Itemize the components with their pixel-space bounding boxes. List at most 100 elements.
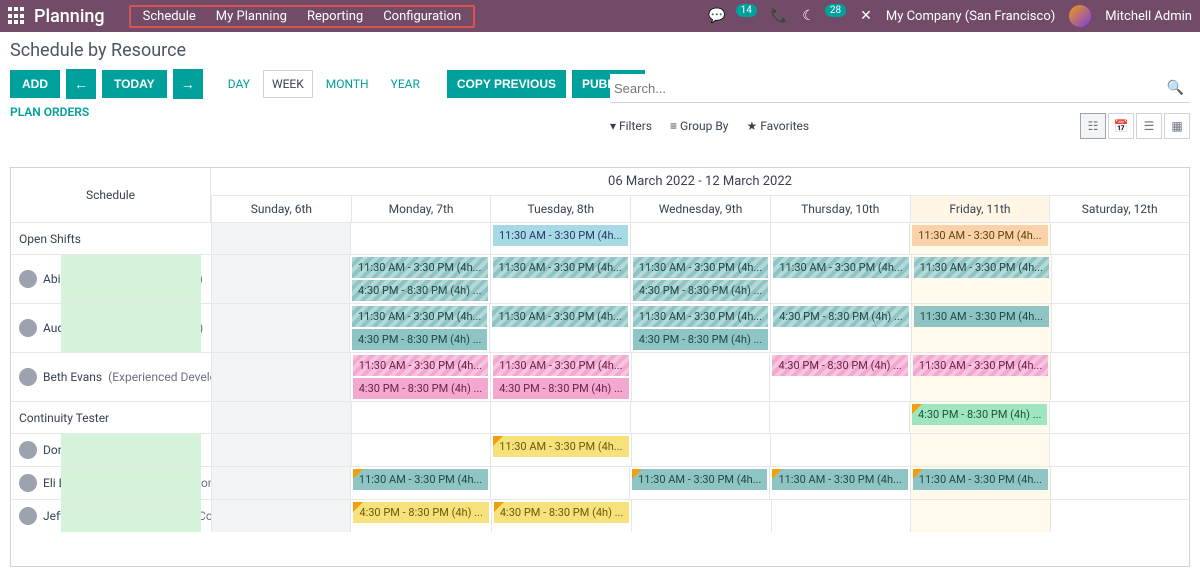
view-calendar-icon[interactable]: 📅: [1108, 113, 1134, 139]
day-cell[interactable]: [490, 402, 630, 433]
shift-pill[interactable]: 11:30 AM - 3:30 PM (4h...: [913, 469, 1048, 490]
shift-pill[interactable]: 11:30 AM - 3:30 PM (4h...: [914, 306, 1049, 327]
row-label[interactable]: Beth Evans (Experienced Develo...): [11, 353, 211, 401]
shift-pill[interactable]: 11:30 AM - 3:30 PM (4h...: [353, 469, 488, 490]
row-label[interactable]: Jeffrey Kelly (Marketing and Co...): [11, 500, 211, 532]
nav-configuration[interactable]: Configuration: [383, 9, 461, 24]
apps-icon[interactable]: [8, 7, 26, 25]
nav-schedule[interactable]: Schedule: [143, 9, 196, 24]
groupby-button[interactable]: ≡ Group By: [670, 119, 728, 133]
row-label[interactable]: Doris Cole (Consultant): [11, 434, 211, 466]
shift-pill[interactable]: 11:30 AM - 3:30 PM (4h...: [492, 306, 627, 327]
shift-pill[interactable]: 11:30 AM - 3:30 PM (4h...: [493, 355, 628, 376]
shift-pill[interactable]: 4:30 PM - 8:30 PM (4h) ...: [772, 355, 907, 376]
day-cell[interactable]: [630, 402, 770, 433]
view-list-icon[interactable]: ☰: [1136, 113, 1162, 139]
app-name[interactable]: Planning: [34, 6, 105, 27]
shift-pill[interactable]: 11:30 AM - 3:30 PM (4h...: [493, 225, 628, 246]
shift-pill[interactable]: 4:30 PM - 8:30 PM (4h) ...: [352, 280, 487, 301]
day-cell[interactable]: [211, 467, 350, 499]
day-cell[interactable]: 4:30 PM - 8:30 PM (4h) ...: [769, 353, 909, 401]
range-year[interactable]: YEAR: [382, 70, 429, 98]
row-label[interactable]: Open Shifts: [11, 223, 211, 254]
day-cell[interactable]: [631, 500, 770, 532]
day-cell[interactable]: [1049, 434, 1189, 466]
phone-icon[interactable]: 📞: [771, 8, 788, 24]
day-cell[interactable]: [910, 500, 1049, 532]
day-cell[interactable]: 11:30 AM - 3:30 PM (4h...4:30 PM - 8:30 …: [630, 255, 770, 303]
day-cell[interactable]: [771, 500, 910, 532]
day-cell[interactable]: 11:30 AM - 3:30 PM (4h...4:30 PM - 8:30 …: [490, 353, 630, 401]
shift-pill[interactable]: 4:30 PM - 8:30 PM (4h) ...: [353, 502, 488, 523]
day-cell[interactable]: 4:30 PM - 8:30 PM (4h) ...: [909, 402, 1049, 433]
day-cell[interactable]: 11:30 AM - 3:30 PM (4h...: [350, 467, 490, 499]
day-cell[interactable]: [1049, 402, 1189, 433]
messages-icon[interactable]: 💬: [708, 8, 725, 24]
day-cell[interactable]: [350, 223, 489, 254]
shift-pill[interactable]: 4:30 PM - 8:30 PM (4h) ...: [633, 329, 768, 350]
shift-pill[interactable]: 11:30 AM - 3:30 PM (4h...: [912, 225, 1047, 246]
moon-icon[interactable]: ☾: [802, 8, 815, 24]
shift-pill[interactable]: 11:30 AM - 3:30 PM (4h...: [353, 355, 488, 376]
shift-pill[interactable]: 11:30 AM - 3:30 PM (4h...: [632, 469, 767, 490]
day-cell[interactable]: [211, 353, 350, 401]
search-icon[interactable]: 🔍: [1161, 74, 1190, 102]
shift-pill[interactable]: 11:30 AM - 3:30 PM (4h...: [493, 257, 628, 278]
day-cell[interactable]: [211, 304, 349, 352]
shift-pill[interactable]: 4:30 PM - 8:30 PM (4h) ...: [353, 378, 488, 399]
view-kanban-icon[interactable]: ▦: [1164, 113, 1190, 139]
shift-pill[interactable]: 4:30 PM - 8:30 PM (4h) ...: [494, 502, 629, 523]
shift-pill[interactable]: 11:30 AM - 3:30 PM (4h...: [493, 436, 628, 457]
day-cell[interactable]: 11:30 AM - 3:30 PM (4h...: [490, 223, 630, 254]
day-cell[interactable]: [769, 402, 909, 433]
day-cell[interactable]: [211, 402, 351, 433]
day-cell[interactable]: [211, 434, 351, 466]
shift-pill[interactable]: 11:30 AM - 3:30 PM (4h...: [913, 355, 1048, 376]
day-cell[interactable]: [211, 223, 350, 254]
row-label[interactable]: Abigail Peterson (Consultant): [11, 255, 211, 303]
shift-pill[interactable]: 4:30 PM - 8:30 PM (4h) ...: [633, 280, 768, 301]
day-cell[interactable]: 11:30 AM - 3:30 PM (4h...4:30 PM - 8:30 …: [630, 304, 770, 352]
shift-pill[interactable]: 11:30 AM - 3:30 PM (4h...: [772, 469, 907, 490]
filters-button[interactable]: ▾ Filters: [610, 119, 652, 133]
day-cell[interactable]: 11:30 AM - 3:30 PM (4h...4:30 PM - 8:30 …: [350, 353, 490, 401]
day-cell[interactable]: [631, 434, 771, 466]
day-cell[interactable]: 11:30 AM - 3:30 PM (4h...: [909, 223, 1049, 254]
day-cell[interactable]: [211, 500, 350, 532]
tools-icon[interactable]: ✕: [860, 8, 872, 24]
day-cell[interactable]: 4:30 PM - 8:30 PM (4h) ...: [491, 500, 631, 532]
day-cell[interactable]: [770, 434, 910, 466]
day-cell[interactable]: 11:30 AM - 3:30 PM (4h...: [910, 353, 1050, 401]
day-cell[interactable]: 11:30 AM - 3:30 PM (4h...4:30 PM - 8:30 …: [349, 255, 489, 303]
range-month[interactable]: MONTH: [317, 70, 378, 98]
next-button[interactable]: →: [173, 69, 203, 99]
day-cell[interactable]: [1050, 467, 1189, 499]
shift-pill[interactable]: 11:30 AM - 3:30 PM (4h...: [773, 257, 908, 278]
prev-button[interactable]: ←: [66, 69, 96, 99]
day-cell[interactable]: 11:30 AM - 3:30 PM (4h...: [911, 304, 1051, 352]
day-cell[interactable]: [211, 255, 349, 303]
range-day[interactable]: DAY: [219, 70, 259, 98]
nav-reporting[interactable]: Reporting: [307, 9, 363, 24]
day-cell[interactable]: [910, 434, 1050, 466]
shift-pill[interactable]: 11:30 AM - 3:30 PM (4h...: [633, 306, 768, 327]
row-label[interactable]: Eli Lambert (Marketing and Com...): [11, 467, 211, 499]
day-cell[interactable]: [1051, 255, 1189, 303]
user-name[interactable]: Mitchell Admin: [1105, 9, 1192, 24]
company-selector[interactable]: My Company (San Francisco): [886, 9, 1055, 24]
add-button[interactable]: ADD: [10, 70, 60, 98]
today-button[interactable]: TODAY: [102, 70, 167, 98]
shift-pill[interactable]: 11:30 AM - 3:30 PM (4h...: [633, 257, 768, 278]
avatar[interactable]: [1069, 5, 1091, 27]
day-cell[interactable]: [351, 434, 491, 466]
day-cell[interactable]: 11:30 AM - 3:30 PM (4h...: [490, 434, 630, 466]
day-cell[interactable]: 4:30 PM - 8:30 PM (4h) ...: [770, 304, 910, 352]
day-cell[interactable]: 11:30 AM - 3:30 PM (4h...: [629, 467, 769, 499]
shift-pill[interactable]: 11:30 AM - 3:30 PM (4h...: [914, 257, 1049, 278]
day-cell[interactable]: [1050, 353, 1189, 401]
day-cell[interactable]: [1050, 223, 1189, 254]
shift-pill[interactable]: 4:30 PM - 8:30 PM (4h) ...: [493, 378, 628, 399]
copy-previous-button[interactable]: COPY PREVIOUS: [447, 70, 566, 98]
row-label[interactable]: Audrey Peterson (Consultant): [11, 304, 211, 352]
day-cell[interactable]: [351, 402, 491, 433]
